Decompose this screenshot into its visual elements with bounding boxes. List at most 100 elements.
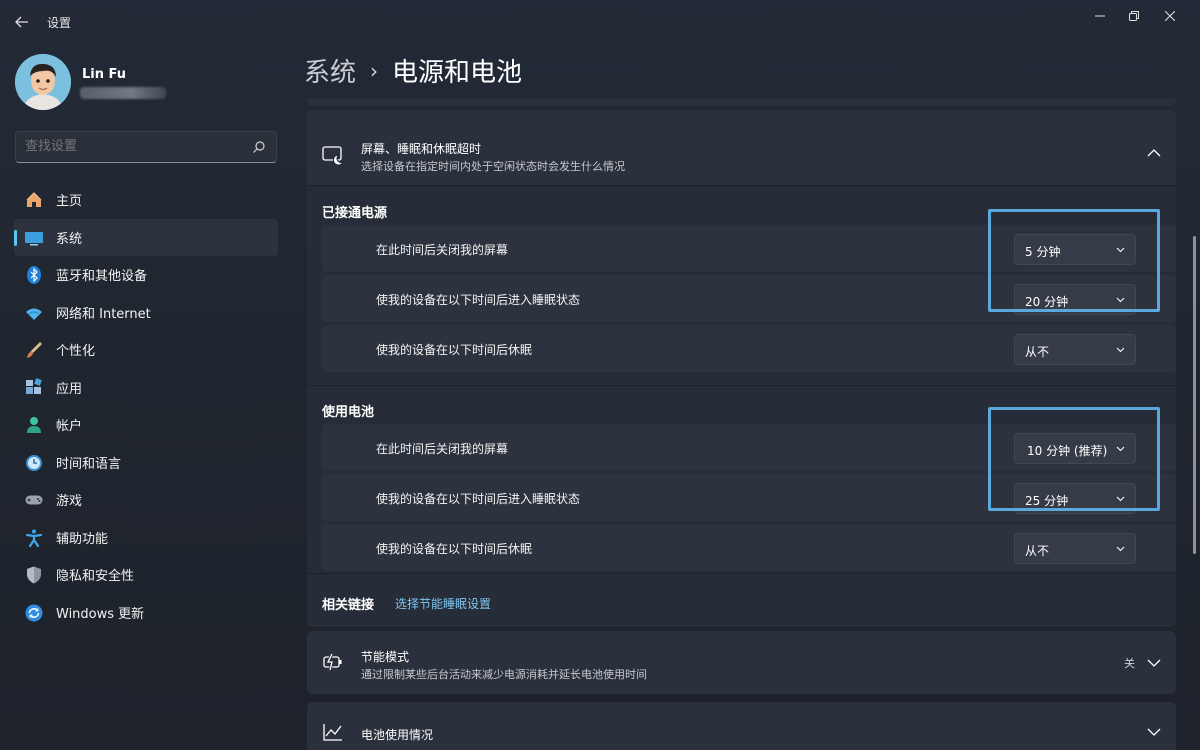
energy-saver-sleep-link[interactable]: 选择节能睡眠设置 [395,595,491,612]
minimize-icon [1095,15,1105,17]
row-label: 使我的设备在以下时间后进入睡眠状态 [376,293,581,307]
chart-line-icon [323,724,342,741]
sidebar-item-bluetooth[interactable]: 蓝牙和其他设备 [14,256,278,294]
chevron-down-icon [1116,347,1125,353]
accessibility-icon [24,528,44,548]
sidebar-item-personalization[interactable]: 个性化 [14,331,278,369]
chevron-down-icon [1116,297,1125,303]
plugged-sleep-dropdown[interactable]: 20 分钟 [1014,284,1136,315]
dropdown-value: 20 分钟 [1025,295,1069,309]
battery-screen-off-row: 在此时间后关闭我的屏幕 10 分钟 (推荐) [322,424,1176,471]
chevron-down-icon [1116,546,1125,552]
restore-icon [1129,11,1139,21]
apps-icon [24,377,44,398]
user-email-redacted [80,87,166,99]
bluetooth-icon [24,265,44,285]
sidebar-item-label: 帐户 [56,419,83,435]
dropdown-value: 从不 [1025,345,1050,359]
back-arrow-icon [15,16,28,28]
avatar[interactable] [15,54,71,110]
sidebar-item-apps[interactable]: 应用 [14,369,278,407]
sidebar-item-privacy[interactable]: 隐私和安全性 [14,556,278,594]
battery-usage-card[interactable]: 电池使用情况 [307,702,1176,750]
sidebar-nav: 主页 系统 蓝牙和其他设备 网络和 Internet 个性化 应用 帐户 时间和… [14,181,278,631]
sidebar-item-home[interactable]: 主页 [14,181,278,219]
sidebar-item-time-language[interactable]: 时间和语言 [14,444,278,482]
sidebar-item-label: 网络和 Internet [56,306,151,322]
user-name: Lin Fu [82,67,127,82]
plugged-in-section-label: 已接通电源 [322,206,388,221]
plugged-screen-off-row: 在此时间后关闭我的屏幕 5 分钟 [322,225,1176,272]
home-icon [24,190,44,210]
battery-sleep-row: 使我的设备在以下时间后进入睡眠状态 25 分钟 [322,474,1176,521]
close-icon [1165,11,1175,21]
card-title: 屏幕、睡眠和休眠超时 [361,142,482,156]
scrollbar[interactable] [1193,236,1196,554]
sidebar-item-label: 隐私和安全性 [56,569,135,585]
battery-hibernate-row: 使我的设备在以下时间后休眠 从不 [322,524,1176,571]
battery-hibernate-dropdown[interactable]: 从不 [1014,533,1136,564]
update-icon [24,603,44,623]
title-bar: 设置 [0,0,1200,44]
breadcrumb-parent[interactable]: 系统 [304,52,356,89]
app-title: 设置 [47,16,72,30]
related-links-label: 相关链接 [322,598,375,613]
sidebar-item-windows-update[interactable]: Windows 更新 [14,594,278,632]
related-links-bar: 相关链接 选择节能睡眠设置 [307,573,1176,627]
plugged-screen-off-dropdown[interactable]: 5 分钟 [1014,234,1136,265]
gamepad-icon [24,490,44,510]
sidebar-item-system[interactable]: 系统 [14,218,278,256]
sidebar-item-label: Windows 更新 [56,606,145,622]
account-icon [24,415,44,435]
battery-section-label: 使用电池 [322,405,375,420]
search-box[interactable] [15,131,277,163]
main-content: 屏幕、睡眠和休眠超时 选择设备在指定时间内处于空闲状态时会发生什么情况 已接通电… [307,98,1176,750]
card-subtitle: 选择设备在指定时间内处于空闲状态时会发生什么情况 [361,160,625,173]
wifi-icon [24,303,44,323]
card-title: 电池使用情况 [361,728,434,742]
time-language-icon [24,453,44,473]
sidebar-item-label: 系统 [56,231,83,247]
dropdown-value: 5 分钟 [1025,245,1061,259]
close-button[interactable] [1148,4,1192,28]
brush-icon [24,340,44,360]
breadcrumb: 系统 › 电源和电池 [304,52,522,89]
chevron-down-icon[interactable] [1147,658,1161,668]
sidebar-item-accessibility[interactable]: 辅助功能 [14,519,278,557]
sidebar-item-gaming[interactable]: 游戏 [14,481,278,519]
sidebar-item-network[interactable]: 网络和 Internet [14,294,278,332]
plugged-sleep-row: 使我的设备在以下时间后进入睡眠状态 20 分钟 [322,275,1176,322]
previous-card-edge [307,98,1176,106]
chevron-up-icon[interactable] [1147,148,1161,158]
energy-saver-icon [323,653,342,671]
chevron-down-icon[interactable] [1147,727,1161,737]
system-icon [24,228,44,248]
section-divider [307,385,1176,386]
search-icon[interactable] [252,140,266,154]
chevron-down-icon [1116,247,1125,253]
row-label: 使我的设备在以下时间后休眠 [376,343,533,357]
dropdown-value: 25 分钟 [1025,494,1069,508]
breadcrumb-separator: › [370,58,379,83]
sidebar-item-accounts[interactable]: 帐户 [14,406,278,444]
sidebar-item-label: 应用 [56,381,83,397]
screen-sleep-card-header[interactable]: 屏幕、睡眠和休眠超时 选择设备在指定时间内处于空闲状态时会发生什么情况 [307,110,1176,186]
sidebar-item-label: 主页 [56,194,83,210]
back-button[interactable] [10,10,34,34]
sidebar-item-label: 个性化 [56,344,96,360]
row-label: 使我的设备在以下时间后进入睡眠状态 [376,492,581,506]
dropdown-value: 从不 [1025,544,1050,558]
battery-screen-off-dropdown[interactable]: 10 分钟 (推荐) [1014,433,1136,464]
sidebar-item-label: 游戏 [56,494,83,510]
card-title: 节能模式 [361,650,410,664]
energy-saver-card[interactable]: 节能模式 通过限制某些后台活动来减少电源消耗并延长电池使用时间 关 [307,631,1176,694]
plugged-hibernate-dropdown[interactable]: 从不 [1014,334,1136,365]
card-subtitle: 通过限制某些后台活动来减少电源消耗并延长电池使用时间 [361,668,647,681]
battery-sleep-dropdown[interactable]: 25 分钟 [1014,483,1136,514]
row-label: 使我的设备在以下时间后休眠 [376,542,533,556]
row-label: 在此时间后关闭我的屏幕 [376,243,509,257]
chevron-down-icon [1116,446,1125,452]
dropdown-value: 10 分钟 (推荐) [1027,444,1108,458]
chevron-down-icon [1116,496,1125,502]
search-input[interactable] [25,139,245,154]
